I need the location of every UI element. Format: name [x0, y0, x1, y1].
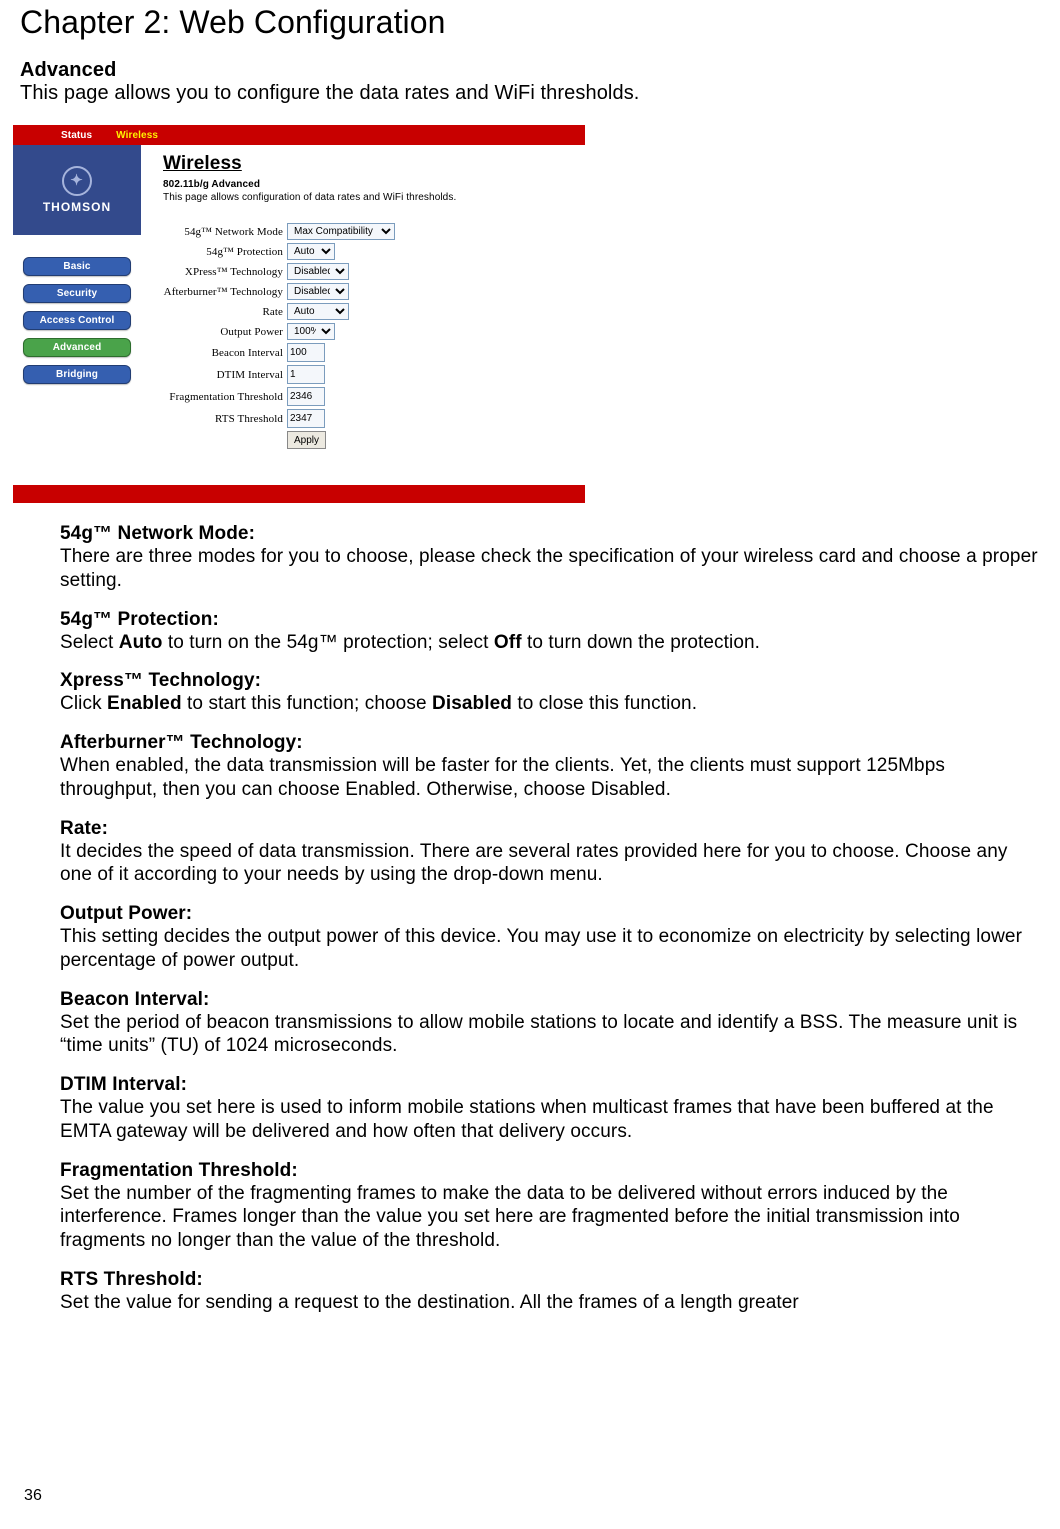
dtim-input[interactable]	[287, 365, 325, 384]
def-afterburner-desc: When enabled, the data transmission will…	[60, 754, 1040, 802]
screenshot-footer-bar	[13, 485, 585, 503]
nav-bridging[interactable]: Bridging	[23, 365, 131, 384]
def-rts-term: RTS Threshold:	[60, 1269, 1040, 1291]
nav-basic[interactable]: Basic	[23, 257, 131, 276]
def-output-power-desc: This setting decides the output power of…	[60, 925, 1040, 973]
panel-subtitle: 802.11b/g Advanced	[163, 179, 585, 190]
def-output-power-term: Output Power:	[60, 903, 1040, 925]
xpress-label: XPress™ Technology	[163, 266, 287, 278]
def-rate-desc: It decides the speed of data transmissio…	[60, 840, 1040, 888]
screenshot-panel: Status Wireless ✦ THOMSON Basic Security…	[13, 125, 585, 503]
frag-input[interactable]	[287, 387, 325, 406]
protection-label: 54g™ Protection	[163, 246, 287, 258]
def-xpress-desc: Click Enabled to start this function; ch…	[60, 692, 1040, 716]
output-power-select[interactable]: 100%	[287, 323, 335, 340]
tab-bar: Status Wireless	[13, 125, 585, 145]
chapter-title: Chapter 2: Web Configuration	[20, 4, 1040, 41]
def-protection-desc: Select Auto to turn on the 54g™ protecti…	[60, 631, 1040, 655]
brand-logo-icon: ✦	[62, 166, 92, 196]
def-dtim-term: DTIM Interval:	[60, 1074, 1040, 1096]
dtim-label: DTIM Interval	[163, 369, 287, 381]
frag-label: Fragmentation Threshold	[163, 391, 287, 403]
def-beacon-term: Beacon Interval:	[60, 989, 1040, 1011]
output-power-label: Output Power	[163, 326, 287, 338]
page-number: 36	[24, 1487, 42, 1505]
nav-security[interactable]: Security	[23, 284, 131, 303]
def-rts-desc: Set the value for sending a request to t…	[60, 1291, 1040, 1315]
def-rate-term: Rate:	[60, 818, 1040, 840]
rts-label: RTS Threshold	[163, 413, 287, 425]
rts-input[interactable]	[287, 409, 325, 428]
tab-status[interactable]: Status	[49, 130, 104, 141]
rate-label: Rate	[163, 306, 287, 318]
beacon-input[interactable]	[287, 343, 325, 362]
section-title: Advanced	[20, 59, 1040, 82]
network-mode-select[interactable]: Max Compatibility	[287, 223, 395, 240]
panel-description: This page allows configuration of data r…	[163, 192, 585, 203]
panel-title: Wireless	[163, 153, 585, 175]
nav-access-control[interactable]: Access Control	[23, 311, 131, 330]
tab-wireless[interactable]: Wireless	[104, 130, 170, 141]
def-xpress-term: Xpress™ Technology:	[60, 670, 1040, 692]
def-frag-desc: Set the number of the fragmenting frames…	[60, 1182, 1040, 1253]
def-network-mode-desc: There are three modes for you to choose,…	[60, 545, 1040, 593]
brand-logo: ✦ THOMSON	[13, 145, 141, 235]
afterburner-label: Afterburner™ Technology	[163, 286, 287, 298]
beacon-label: Beacon Interval	[163, 347, 287, 359]
def-beacon-desc: Set the period of beacon transmissions t…	[60, 1011, 1040, 1059]
intro-text: This page allows you to configure the da…	[20, 82, 1040, 105]
network-mode-label: 54g™ Network Mode	[163, 226, 287, 238]
nav-advanced[interactable]: Advanced	[23, 338, 131, 357]
afterburner-select[interactable]: Disabled	[287, 283, 349, 300]
def-protection-term: 54g™ Protection:	[60, 609, 1040, 631]
def-network-mode-term: 54g™ Network Mode:	[60, 523, 1040, 545]
def-frag-term: Fragmentation Threshold:	[60, 1160, 1040, 1182]
xpress-select[interactable]: Disabled	[287, 263, 349, 280]
apply-button[interactable]: Apply	[287, 431, 326, 449]
protection-select[interactable]: Auto	[287, 243, 335, 260]
brand-logo-text: THOMSON	[43, 200, 111, 214]
def-dtim-desc: The value you set here is used to inform…	[60, 1096, 1040, 1144]
rate-select[interactable]: Auto	[287, 303, 349, 320]
def-afterburner-term: Afterburner™ Technology:	[60, 732, 1040, 754]
